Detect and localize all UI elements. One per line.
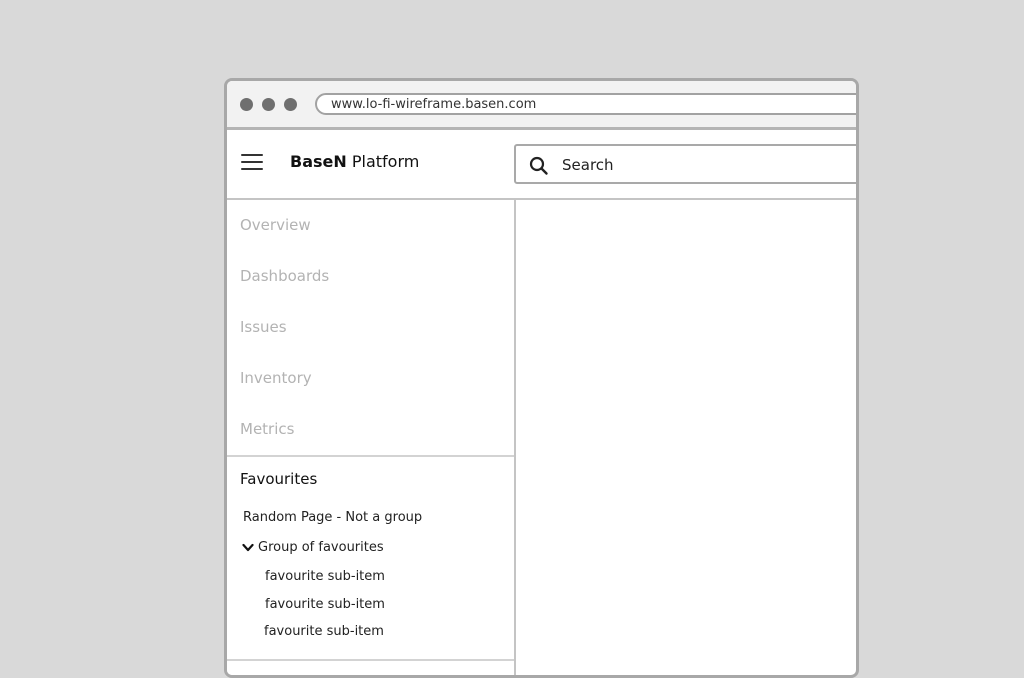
browser-window: www.lo-fi-wireframe.basen.com BaseN Plat…: [224, 78, 859, 678]
brand-name-bold: BaseN: [290, 152, 347, 171]
browser-titlebar: www.lo-fi-wireframe.basen.com: [227, 81, 856, 130]
favourite-group-label: Group of favourites: [258, 540, 384, 555]
window-dot-icon[interactable]: [284, 98, 297, 111]
sidebar-divider: [227, 455, 514, 457]
sidebar-item-dashboards[interactable]: Dashboards: [240, 267, 329, 285]
sidebar: Overview Dashboards Issues Inventory Met…: [227, 200, 516, 675]
favourite-sub-item[interactable]: favourite sub-item: [265, 597, 385, 612]
address-bar-url: www.lo-fi-wireframe.basen.com: [331, 97, 537, 112]
brand-name-rest: Platform: [346, 152, 420, 171]
sidebar-item-overview[interactable]: Overview: [240, 216, 311, 234]
sidebar-divider: [227, 659, 514, 661]
address-bar[interactable]: www.lo-fi-wireframe.basen.com: [315, 93, 856, 115]
chevron-down-icon: [242, 543, 254, 551]
hamburger-menu-icon[interactable]: [241, 154, 263, 171]
search-input[interactable]: Search: [514, 144, 856, 184]
search-icon: [529, 156, 548, 175]
sidebar-item-issues[interactable]: Issues: [240, 318, 287, 336]
favourite-group-toggle[interactable]: Group of favourites: [242, 540, 384, 555]
search-placeholder: Search: [562, 156, 614, 174]
window-dot-icon[interactable]: [262, 98, 275, 111]
favourite-sub-item[interactable]: favourite sub-item: [265, 569, 385, 584]
window-dot-icon[interactable]: [240, 98, 253, 111]
sidebar-item-inventory[interactable]: Inventory: [240, 369, 312, 387]
app-brand: BaseN Platform: [290, 152, 419, 171]
sidebar-item-metrics[interactable]: Metrics: [240, 420, 294, 438]
favourite-sub-item[interactable]: favourite sub-item: [264, 624, 384, 639]
favourites-title: Favourites: [240, 470, 318, 488]
app-header: BaseN Platform Search: [227, 130, 856, 200]
favourite-item[interactable]: Random Page - Not a group: [243, 510, 422, 525]
